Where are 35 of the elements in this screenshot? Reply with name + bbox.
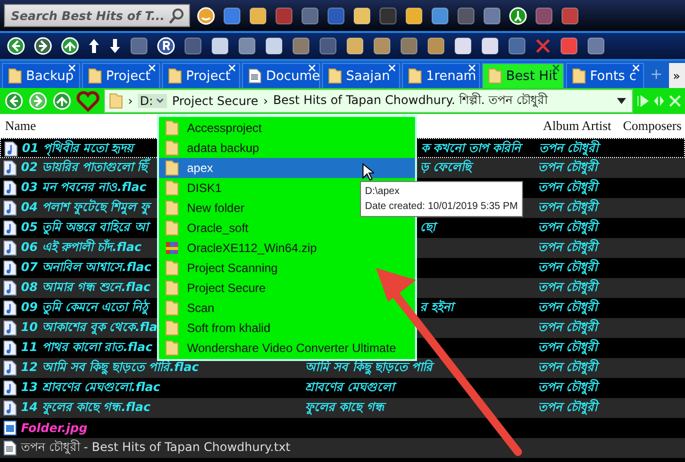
file-name: 10 আকাশের বুক থেকে.fla [21,319,158,337]
file-name: Folder.jpg [21,421,88,435]
album-artist-cell: তপন চৌধুরী [538,260,598,274]
file-name: 08 আমার গন্ধ শুনে.flac [21,279,150,296]
file-name: 13 শ্রাবণের মেঘগুলো.flac [21,379,160,396]
album-artist-cell: তপন চৌধুরী [538,360,598,374]
album-artist-cell: তপন চৌধুরী [538,400,598,414]
file-name: 01 পৃথিবীর মতো হৃদয় [22,139,134,158]
title-cell: শ্রাবণের মেঘগুলো [305,380,394,394]
album-artist-cell: তপন চৌধুরী [538,300,598,314]
title-cell: র হইনা [420,300,454,314]
tooltip-date: Date created: 10/01/2019 5:35 PM [365,200,518,214]
file-name: 04 পলাশ ফুটেছে শিমুল ফু [21,198,150,218]
album-artist-cell: তপন চৌধুরী [538,220,598,234]
file-name: 05 তুমি অন্তরে বাহিরে আ [21,218,148,238]
title-cell: ফুলের কাছে গন্ধ [305,400,384,414]
album-artist-cell: তপন চৌধুরী [538,240,598,254]
file-name: 12 আমি সব কিছু ছাড়তে পারি.flac [21,358,199,377]
file-name: 07 অনাবিল আশ্বাসে.flac [21,258,152,276]
file-name: 11 পাথর কালো রাত.flac [21,339,152,356]
album-artist-cell: তপন চৌধুরী [538,180,598,194]
file-name: তপন চৌধুরী - Best Hits of Tapan Chowdhury.txt [21,438,290,456]
album-artist-cell: তপন চৌধুরী [538,340,598,354]
file-name: 14 ফুলের কাছে গন্ধ.flac [21,399,150,417]
tooltip-path: D:\apex [365,185,400,199]
album-artist-cell: তপন চৌধুরী [538,200,598,214]
album-artist-cell: তপন চৌধুরী [538,280,598,294]
title-cell: ড় ফেলেছি [420,160,472,174]
album-artist-cell: তপন চৌধুরী [539,141,598,155]
album-artist-cell: তপন চৌধুরী [538,380,598,394]
file-name: 06 এই রুপালী চাঁদ.flac [21,238,142,256]
file-name: 03 মন পবনের নাও.flac [21,179,146,196]
title-cell: ক কখনো তাপ করিনি [421,141,521,155]
album-artist-cell: তপন চৌধুরী [538,160,598,174]
album-artist-cell: তপন চৌধুরী [538,320,598,334]
